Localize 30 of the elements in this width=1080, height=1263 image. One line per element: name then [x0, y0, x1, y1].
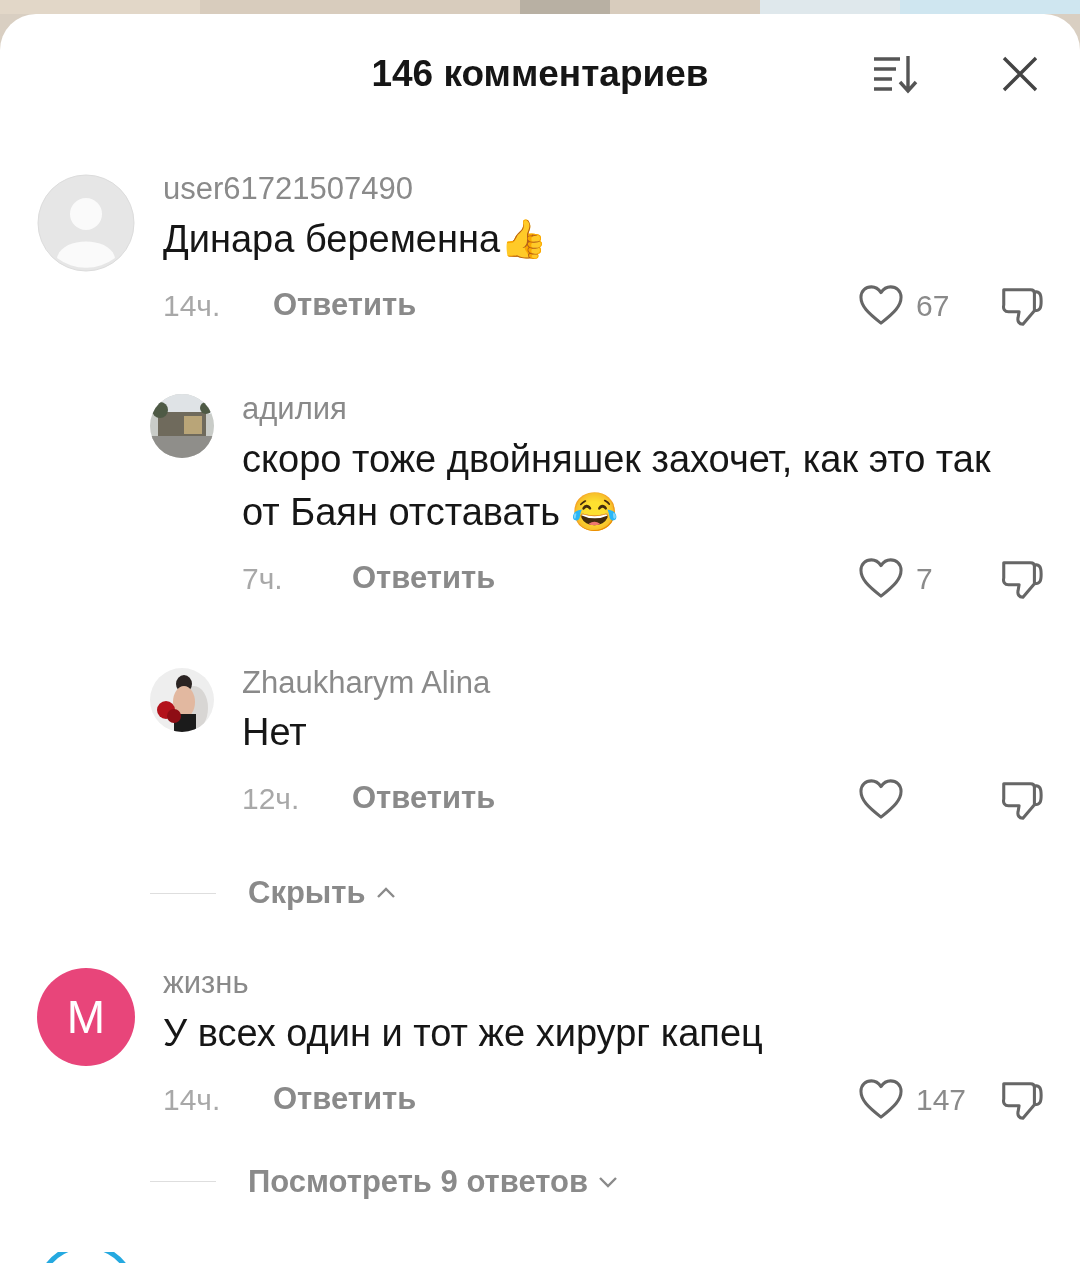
- comment-time: 14ч.: [163, 287, 222, 324]
- reply-button[interactable]: Ответить: [352, 555, 496, 602]
- username[interactable]: user61721507490: [163, 170, 1044, 209]
- close-icon[interactable]: [1002, 56, 1038, 92]
- sort-icon[interactable]: [872, 54, 920, 94]
- username[interactable]: жизнь: [163, 964, 1044, 1003]
- reply-button[interactable]: Ответить: [352, 775, 496, 822]
- sheet-title: 146 комментариев: [371, 52, 709, 97]
- heart-icon[interactable]: [858, 557, 904, 600]
- heart-icon[interactable]: [858, 284, 904, 326]
- reply-button[interactable]: Ответить: [273, 281, 417, 329]
- comment-time: 14ч.: [163, 1081, 222, 1118]
- username[interactable]: Zhaukharym Alina: [242, 663, 1044, 703]
- comment-text: Динара беременна👍: [163, 216, 548, 262]
- comment-text: Нет: [242, 710, 308, 756]
- comment-text: скоро тоже двойняшек захочет, как это так от Баян отставать 😂: [242, 437, 992, 535]
- like-count: 147: [916, 1081, 967, 1118]
- like-count: 7: [916, 560, 933, 597]
- replies-toggle[interactable]: Скрыть: [248, 869, 398, 917]
- replies-toggle[interactable]: Посмотреть 9 ответов: [248, 1158, 620, 1205]
- comment-time: 7ч.: [242, 560, 284, 597]
- reply-button[interactable]: Ответить: [273, 1076, 417, 1123]
- username[interactable]: адилия: [242, 390, 1044, 429]
- comment-text: У всех один и тот же хирург капец: [163, 1011, 764, 1056]
- heart-icon[interactable]: [858, 1078, 904, 1121]
- heart-icon[interactable]: [858, 777, 904, 820]
- letter-avatar: M: [37, 968, 135, 1067]
- comment-time: 12ч.: [242, 781, 301, 817]
- avatar-placeholder-icon: [37, 174, 135, 272]
- like-count: 67: [916, 287, 950, 324]
